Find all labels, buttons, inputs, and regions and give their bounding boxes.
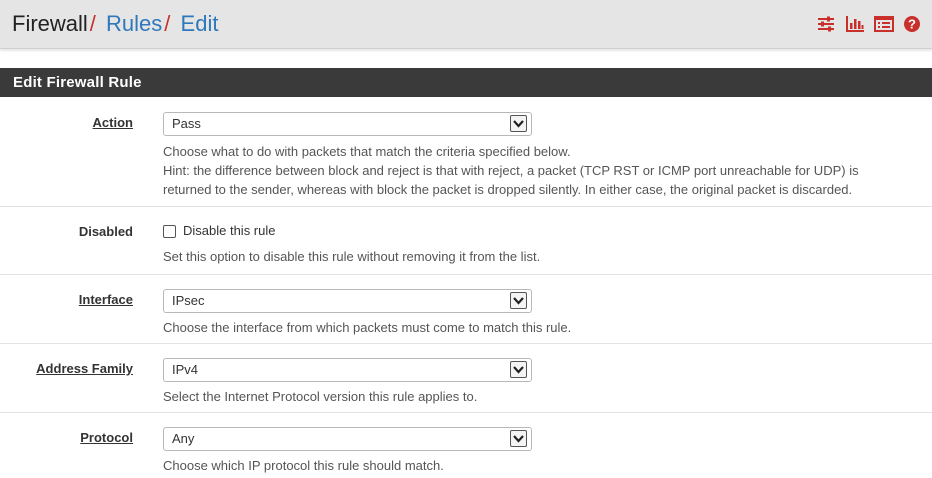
action-help-line: Choose what to do with packets that matc… <box>163 144 571 159</box>
protocol-select[interactable]: Any <box>163 427 532 451</box>
breadcrumb-firewall: Firewall <box>12 11 88 36</box>
protocol-select-value: Any <box>172 431 195 446</box>
action-row: Action Pass Choose what to do with packe… <box>0 97 932 207</box>
toolbar: ? <box>816 15 923 33</box>
interface-select-value: IPsec <box>172 293 205 308</box>
breadcrumb-separator: / <box>164 11 171 36</box>
breadcrumb-rules-link[interactable]: Rules <box>106 11 162 36</box>
bar-chart-icon[interactable] <box>845 15 865 33</box>
protocol-help: Choose which IP protocol this rule shoul… <box>163 458 444 473</box>
action-label[interactable]: Action <box>0 115 133 130</box>
list-icon[interactable] <box>874 15 894 33</box>
chevron-down-icon <box>510 430 527 447</box>
address-family-label[interactable]: Address Family <box>0 361 133 376</box>
help-icon[interactable]: ? <box>903 15 923 33</box>
disable-rule-checkbox[interactable] <box>163 225 176 238</box>
interface-select[interactable]: IPsec <box>163 289 532 313</box>
disabled-help: Set this option to disable this rule wit… <box>163 249 541 264</box>
breadcrumb: Firewall/ Rules/ Edit <box>12 11 218 37</box>
sliders-icon[interactable] <box>816 15 836 33</box>
protocol-row: Protocol Any Choose which IP protocol th… <box>0 413 932 478</box>
action-help: Choose what to do with packets that matc… <box>163 142 859 199</box>
breadcrumb-separator: / <box>89 11 96 36</box>
disabled-label: Disabled <box>78 224 133 239</box>
disable-rule-checkbox-label[interactable]: Disable this rule <box>183 223 276 238</box>
action-help-line: Hint: the difference between block and r… <box>163 163 859 178</box>
protocol-label[interactable]: Protocol <box>0 430 133 445</box>
address-family-row: Address Family IPv4 Select the Internet … <box>0 344 932 413</box>
address-family-help: Select the Internet Protocol version thi… <box>163 389 478 404</box>
action-select[interactable]: Pass <box>163 112 532 136</box>
svg-text:?: ? <box>908 17 916 32</box>
breadcrumb-edit-link[interactable]: Edit <box>181 11 219 36</box>
action-help-line: returned to the sender, whereas with blo… <box>163 182 853 197</box>
interface-label[interactable]: Interface <box>0 292 133 307</box>
disabled-row: Disabled Disable this rule Set this opti… <box>0 207 932 275</box>
panel-heading: Edit Firewall Rule <box>0 68 932 97</box>
action-select-value: Pass <box>172 116 201 131</box>
top-bar: Firewall/ Rules/ Edit ? <box>0 0 932 49</box>
chevron-down-icon <box>510 292 527 309</box>
chevron-down-icon <box>510 361 527 378</box>
chevron-down-icon <box>510 115 527 132</box>
address-family-select[interactable]: IPv4 <box>163 358 532 382</box>
address-family-select-value: IPv4 <box>172 362 199 377</box>
interface-help: Choose the interface from which packets … <box>163 320 572 335</box>
interface-row: Interface IPsec Choose the interface fro… <box>0 275 932 344</box>
